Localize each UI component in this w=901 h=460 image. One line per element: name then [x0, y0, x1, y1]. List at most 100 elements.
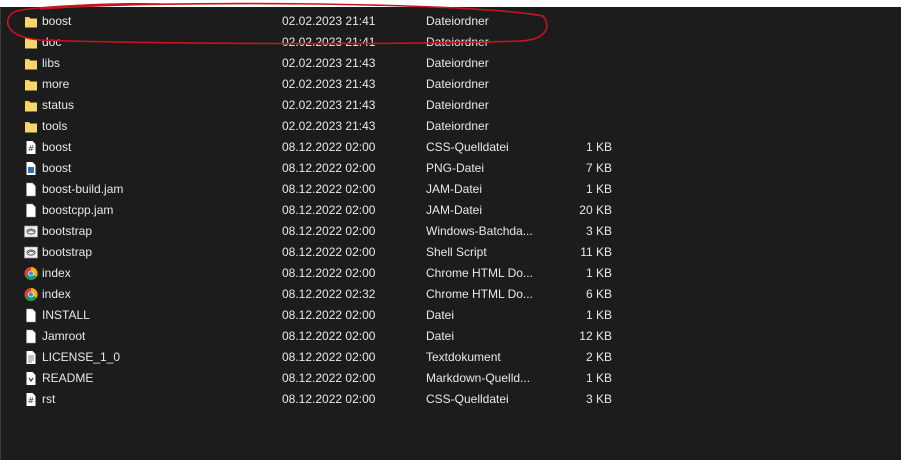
folder-icon — [24, 119, 38, 134]
file-row[interactable]: boostcpp.jam 08.12.2022 02:00 JAM-Datei … — [1, 200, 901, 221]
file-type: Chrome HTML Do... — [426, 266, 533, 280]
file-name: doc — [42, 35, 62, 49]
file-name: more — [42, 77, 70, 91]
css-file-icon: # — [24, 140, 38, 155]
file-type: JAM-Datei — [426, 182, 483, 196]
file-date: 08.12.2022 02:00 — [282, 203, 376, 217]
file-type: Datei — [426, 329, 455, 343]
file-row[interactable]: bootstrap 08.12.2022 02:00 Windows-Batch… — [1, 221, 901, 242]
file-name: index — [42, 266, 71, 280]
file-type: Textdokument — [426, 350, 501, 364]
text-file-icon — [24, 350, 38, 365]
file-size: 2 KB — [585, 350, 612, 364]
file-row[interactable]: LICENSE_1_0 08.12.2022 02:00 Textdokumen… — [1, 347, 901, 368]
file-size: 12 KB — [579, 329, 612, 343]
file-date: 02.02.2023 21:41 — [282, 14, 376, 28]
file-size: 3 KB — [585, 224, 612, 238]
file-size: 20 KB — [579, 203, 612, 217]
file-name: README — [42, 371, 94, 385]
file-row[interactable]: index 08.12.2022 02:00 Chrome HTML Do...… — [1, 263, 901, 284]
file-size: 7 KB — [585, 161, 612, 175]
folder-icon — [24, 56, 38, 71]
file-name: INSTALL — [42, 308, 90, 322]
file-size: 3 KB — [585, 392, 612, 406]
file-type: Chrome HTML Do... — [426, 287, 533, 301]
file-date: 08.12.2022 02:00 — [282, 308, 376, 322]
file-row[interactable]: more 02.02.2023 21:43 Dateiordner — [1, 74, 901, 95]
file-size: 1 KB — [585, 140, 612, 154]
batch-file-icon — [24, 224, 38, 239]
file-row[interactable]: # boost 08.12.2022 02:00 CSS-Quelldatei … — [1, 137, 901, 158]
file-date: 02.02.2023 21:43 — [282, 77, 376, 91]
file-row[interactable]: # rst 08.12.2022 02:00 CSS-Quelldatei 3 … — [1, 389, 901, 410]
folder-icon — [24, 14, 38, 29]
file-name: libs — [42, 56, 61, 70]
file-type: JAM-Datei — [426, 203, 483, 217]
file-date: 08.12.2022 02:32 — [282, 287, 376, 301]
file-row[interactable]: README 08.12.2022 02:00 Markdown-Quelld.… — [1, 368, 901, 389]
file-type: PNG-Datei — [426, 161, 485, 175]
file-name: Jamroot — [42, 329, 86, 343]
file-row[interactable]: doc 02.02.2023 21:41 Dateiordner — [1, 32, 901, 53]
file-row[interactable]: boost-build.jam 08.12.2022 02:00 JAM-Dat… — [1, 179, 901, 200]
folder-icon — [24, 98, 38, 113]
file-type: Dateiordner — [426, 77, 489, 91]
png-file-icon — [24, 161, 38, 176]
file-size: 11 KB — [580, 245, 612, 259]
file-row[interactable]: libs 02.02.2023 21:43 Dateiordner — [1, 53, 901, 74]
file-type: Dateiordner — [426, 56, 489, 70]
file-type: Dateiordner — [426, 119, 489, 133]
chrome-icon — [24, 287, 38, 302]
file-type: Dateiordner — [426, 98, 489, 112]
file-date: 08.12.2022 02:00 — [282, 371, 376, 385]
file-name: boost — [42, 14, 72, 28]
file-row[interactable]: Jamroot 08.12.2022 02:00 Datei 12 KB — [1, 326, 901, 347]
file-name: status — [42, 98, 75, 112]
file-date: 08.12.2022 02:00 — [282, 182, 376, 196]
file-row[interactable]: bootstrap 08.12.2022 02:00 Shell Script … — [1, 242, 901, 263]
file-name: bootstrap — [42, 245, 93, 259]
file-type: Markdown-Quelld... — [426, 371, 531, 385]
svg-text:#: # — [28, 144, 35, 153]
file-type: Datei — [426, 308, 455, 322]
file-date: 08.12.2022 02:00 — [282, 161, 376, 175]
file-type: CSS-Quelldatei — [426, 392, 509, 406]
file-row[interactable]: boost 02.02.2023 21:41 Dateiordner — [1, 11, 901, 32]
file-date: 08.12.2022 02:00 — [282, 245, 376, 259]
file-row[interactable]: index 08.12.2022 02:32 Chrome HTML Do...… — [1, 284, 901, 305]
markdown-file-icon — [24, 371, 38, 386]
file-name: rst — [42, 392, 56, 406]
file-date: 08.12.2022 02:00 — [282, 392, 376, 406]
file-row[interactable]: boost 08.12.2022 02:00 PNG-Datei 7 KB — [1, 158, 901, 179]
file-size: 1 KB — [585, 371, 612, 385]
file-size: 6 KB — [585, 287, 612, 301]
file-date: 08.12.2022 02:00 — [282, 329, 376, 343]
file-type: Dateiordner — [426, 14, 489, 28]
file-name: boostcpp.jam — [42, 203, 114, 217]
file-name: tools — [42, 119, 68, 133]
file-row[interactable]: status 02.02.2023 21:43 Dateiordner — [1, 95, 901, 116]
file-name: bootstrap — [42, 224, 93, 238]
file-date: 02.02.2023 21:41 — [282, 35, 376, 49]
file-size: 1 KB — [585, 308, 612, 322]
batch-file-icon — [24, 245, 38, 260]
file-name: boost — [42, 140, 72, 154]
file-date: 08.12.2022 02:00 — [282, 224, 376, 238]
file-name: index — [42, 287, 71, 301]
file-size: 1 KB — [585, 182, 612, 196]
file-date: 02.02.2023 21:43 — [282, 119, 376, 133]
file-name: LICENSE_1_0 — [42, 350, 121, 364]
file-date: 08.12.2022 02:00 — [282, 350, 376, 364]
file-icon — [24, 329, 38, 344]
file-name: boost-build.jam — [42, 182, 124, 196]
folder-icon — [24, 77, 38, 92]
svg-text:#: # — [28, 396, 35, 405]
file-list: boost 02.02.2023 21:41 Dateiordner doc 0… — [0, 7, 901, 460]
file-row[interactable]: INSTALL 08.12.2022 02:00 Datei 1 KB — [1, 305, 901, 326]
file-date: 08.12.2022 02:00 — [282, 266, 376, 280]
file-icon — [24, 308, 38, 323]
chrome-icon — [24, 266, 38, 281]
css-file-icon: # — [24, 392, 38, 407]
file-row[interactable]: tools 02.02.2023 21:43 Dateiordner — [1, 116, 901, 137]
file-type: Windows-Batchda... — [426, 224, 533, 238]
